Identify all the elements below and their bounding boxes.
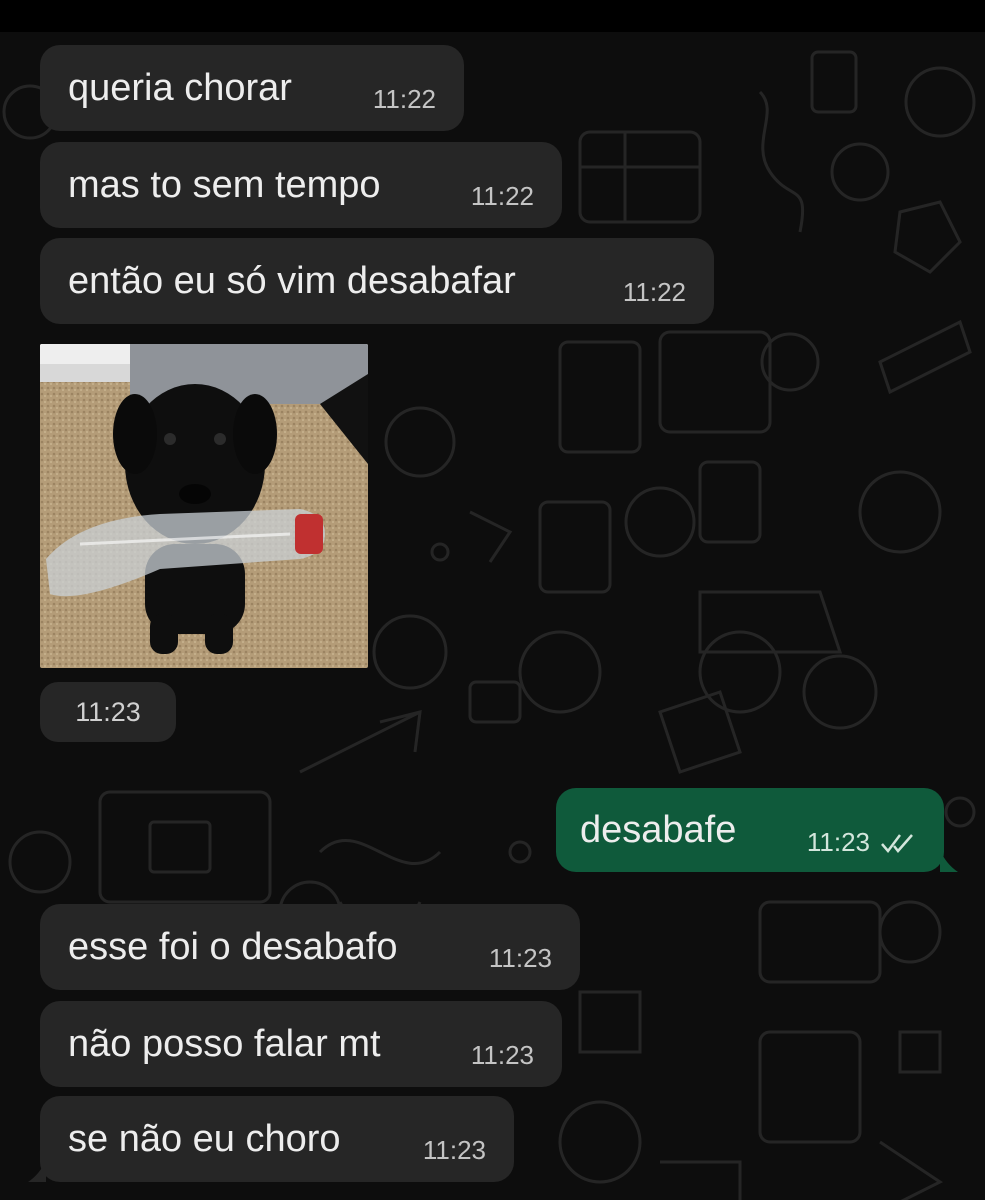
status-bar [0, 0, 985, 32]
message-text: então eu só vim desabafar [68, 259, 516, 302]
message-text: não posso falar mt [68, 1022, 381, 1065]
message-time: 11:23 [488, 943, 552, 973]
message-time: 11:22 [470, 181, 534, 211]
message-time: 11:22 [372, 84, 436, 114]
outgoing-bubble-tail [940, 850, 958, 872]
double-check-icon [881, 834, 913, 853]
message-bubble-incoming[interactable]: não posso falar mt 11:23 [40, 1001, 562, 1087]
chat-screen: queria chorar 11:22 mas to sem tempo 11:… [0, 0, 985, 1200]
message-time: 11:23 [806, 827, 870, 857]
message-bubble-incoming[interactable]: esse foi o desabafo 11:23 [40, 904, 580, 990]
message-bubble-incoming[interactable]: queria chorar 11:22 [40, 45, 464, 131]
message-text: se não eu choro [68, 1117, 341, 1160]
message-photo[interactable] [40, 344, 368, 668]
incoming-bubble-tail [28, 1160, 46, 1182]
message-bubble-outgoing[interactable]: desabafe 11:23 [556, 788, 944, 872]
message-time: 11:23 [422, 1135, 486, 1165]
message-time: 11:22 [622, 277, 686, 307]
message-bubble-incoming[interactable]: se não eu choro 11:23 [40, 1096, 514, 1182]
message-text: queria chorar [68, 66, 292, 109]
puppy-photo [40, 344, 368, 668]
message-time: 11:23 [40, 682, 176, 742]
message-time: 11:23 [470, 1040, 534, 1070]
message-text: desabafe [580, 808, 737, 851]
message-text: mas to sem tempo [68, 163, 381, 206]
message-text: esse foi o desabafo [68, 925, 398, 968]
message-bubble-incoming[interactable]: mas to sem tempo 11:22 [40, 142, 562, 228]
message-bubble-incoming[interactable]: então eu só vim desabafar 11:22 [40, 238, 714, 324]
